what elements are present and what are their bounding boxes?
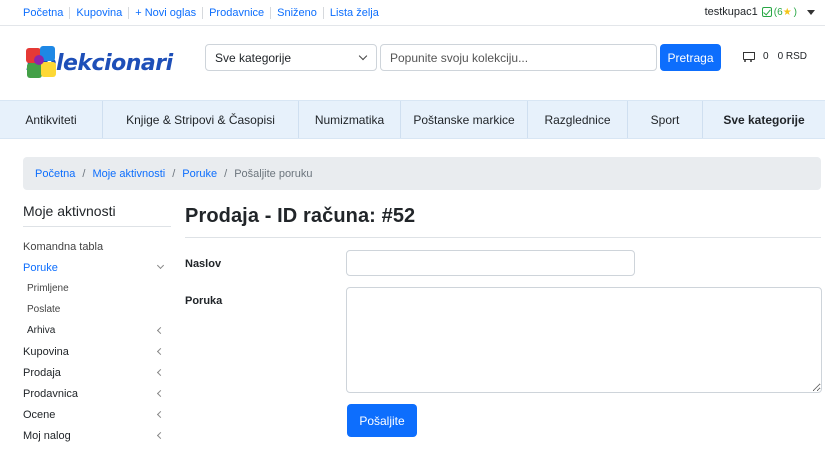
chevron-left-icon xyxy=(156,347,165,356)
top-link-home[interactable]: Početna xyxy=(17,7,69,19)
sidebar: Moje aktivnosti Komandna tabla Poruke Pr… xyxy=(23,203,171,446)
sidebar-item-store[interactable]: Prodavnica xyxy=(23,383,171,404)
message-textarea[interactable] xyxy=(346,287,822,393)
search-input[interactable] xyxy=(380,44,657,71)
username: testkupac1 xyxy=(704,6,758,18)
sidebar-item-shopping[interactable]: Kupovina xyxy=(23,341,171,362)
title-divider xyxy=(185,237,821,238)
cart[interactable]: 0 0 RSD xyxy=(741,50,807,62)
top-link-shopping[interactable]: Kupovina xyxy=(69,7,128,19)
sidebar-item-received[interactable]: Primljene xyxy=(23,278,171,299)
chevron-left-icon xyxy=(156,389,165,398)
category-nav: Antikviteti Knjige & Stripovi & Časopisi… xyxy=(0,100,825,139)
category-all[interactable]: Sve kategorije xyxy=(703,101,825,138)
cart-count: 0 xyxy=(763,50,769,62)
sidebar-item-my-account[interactable]: Moj nalog xyxy=(23,425,171,446)
category-postcards[interactable]: Razglednice xyxy=(528,101,628,138)
chevron-down-icon xyxy=(156,261,165,270)
top-bar: Početna Kupovina + Novi oglas Prodavnice… xyxy=(0,0,825,26)
sidebar-item-label: Poruke xyxy=(23,261,58,274)
sidebar-item-label: Prodaja xyxy=(23,366,61,379)
sidebar-item-sent[interactable]: Poslate xyxy=(23,299,171,320)
sidebar-item-label: Ocene xyxy=(23,408,56,421)
chevron-left-icon xyxy=(156,326,165,335)
top-link-new-ad[interactable]: + Novi oglas xyxy=(128,7,202,19)
star-icon: ★ xyxy=(782,6,792,18)
sidebar-item-label: Prodavnica xyxy=(23,387,79,400)
sidebar-menu: Komandna tabla Poruke Primljene Poslate … xyxy=(23,236,171,446)
search-button[interactable]: Pretraga xyxy=(660,44,721,71)
breadcrumb-current: Pošaljite poruku xyxy=(234,167,313,180)
page-title: Prodaja - ID računa: #52 xyxy=(185,205,416,227)
category-select[interactable]: Sve kategorije xyxy=(205,44,377,71)
category-sport[interactable]: Sport xyxy=(628,101,703,138)
user-rating-close: ) xyxy=(793,6,797,18)
breadcrumb-messages[interactable]: Poruke xyxy=(182,168,217,180)
sidebar-item-label: Arhiva xyxy=(27,325,56,336)
category-select-value: Sve kategorije xyxy=(215,51,292,65)
top-link-wishlist[interactable]: Lista želja xyxy=(322,7,385,19)
chevron-left-icon xyxy=(156,410,165,419)
top-link-discounted[interactable]: Sniženo xyxy=(270,7,323,19)
sidebar-item-dashboard[interactable]: Komandna tabla xyxy=(23,236,171,257)
category-antiques[interactable]: Antikviteti xyxy=(0,101,103,138)
top-links: Početna Kupovina + Novi oglas Prodavnice… xyxy=(17,7,385,19)
breadcrumb: Početna / Moje aktivnosti / Poruke / Poš… xyxy=(23,157,821,190)
category-stamps[interactable]: Poštanske markice xyxy=(401,101,528,138)
sidebar-item-messages[interactable]: Poruke xyxy=(23,257,171,278)
logo[interactable]: Kolekcionari xyxy=(24,42,173,84)
breadcrumb-my-activities[interactable]: Moje aktivnosti xyxy=(92,168,165,180)
top-link-stores[interactable]: Prodavnice xyxy=(202,7,270,19)
chevron-left-icon xyxy=(156,368,165,377)
verified-check-icon xyxy=(761,7,772,17)
sidebar-item-label: Kupovina xyxy=(23,345,69,358)
subject-label: Naslov xyxy=(185,258,222,270)
sidebar-item-ratings[interactable]: Ocene xyxy=(23,404,171,425)
send-button[interactable]: Pošaljite xyxy=(347,404,417,437)
chevron-left-icon xyxy=(156,431,165,440)
sidebar-title: Moje aktivnosti xyxy=(23,203,171,227)
category-books[interactable]: Knjige & Stripovi & Časopisi xyxy=(103,101,299,138)
user-menu[interactable]: testkupac1 (6 ★ ) xyxy=(705,6,815,18)
chevron-down-icon xyxy=(358,51,368,61)
sidebar-item-label: Moj nalog xyxy=(23,429,71,442)
cart-total: 0 RSD xyxy=(777,50,808,62)
subject-input[interactable] xyxy=(346,250,635,276)
cart-icon xyxy=(741,50,755,62)
sidebar-item-sales[interactable]: Prodaja xyxy=(23,362,171,383)
message-label: Poruka xyxy=(185,295,223,307)
sidebar-item-archive[interactable]: Arhiva xyxy=(23,320,171,341)
breadcrumb-home[interactable]: Početna xyxy=(35,168,75,180)
chevron-down-icon[interactable] xyxy=(807,9,815,15)
user-rating: (6 xyxy=(773,6,783,18)
category-numismatics[interactable]: Numizmatika xyxy=(299,101,401,138)
